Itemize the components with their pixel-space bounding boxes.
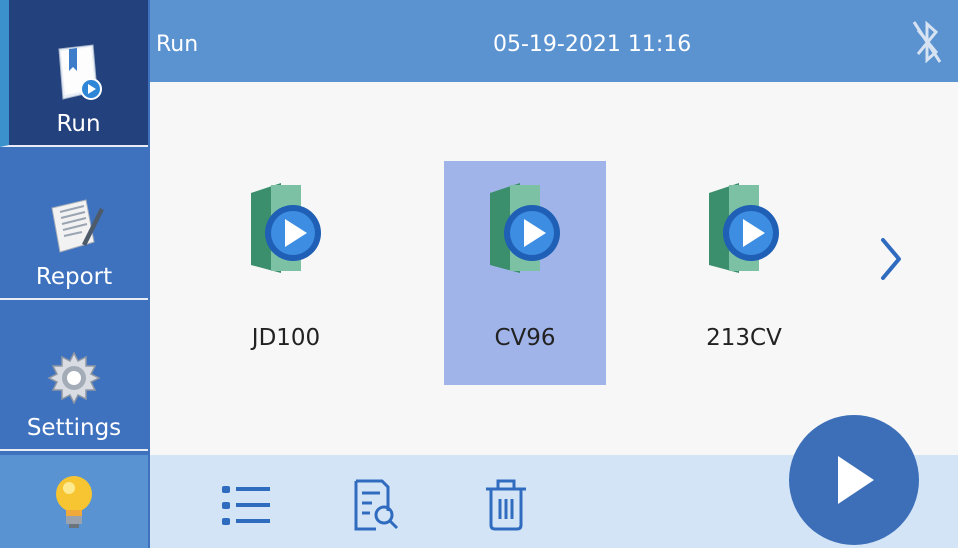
list-button[interactable] [218,475,274,535]
play-icon [838,456,874,504]
program-label: JD100 [251,325,321,351]
delete-button[interactable] [478,475,534,535]
program-label: CV96 [494,325,556,351]
program-item-cv96[interactable]: CV96 [444,161,606,385]
play-folder-icon [251,183,321,273]
report-doc-icon [51,199,104,253]
trash-icon [486,479,526,531]
program-item-213cv[interactable]: 213CV [663,161,825,385]
play-folder-icon [490,183,560,273]
list-icon [222,486,270,525]
search-document-icon [354,479,399,531]
sidebar-item-label: Run [56,111,101,137]
lightbulb-button[interactable] [0,455,148,548]
gear-icon [47,351,101,405]
program-label: 213CV [706,325,782,351]
sidebar-item-label: Report [35,264,113,290]
lightbulb-icon [56,475,92,528]
chevron-right-icon[interactable] [879,236,903,282]
datetime-display: 05-19-2021 11:16 [493,32,692,57]
header-bar: Run 05-19-2021 11:16 [150,0,958,82]
program-list: JD100 CV96 213CV [150,82,958,455]
run-button[interactable] [789,415,919,545]
sidebar-item-run[interactable]: Run [0,0,148,147]
program-item-jd100[interactable]: JD100 [205,161,367,385]
sidebar-item-label: Settings [26,415,122,441]
page-title: Run [156,32,199,57]
sidebar: Run Report Settings [0,0,152,548]
sidebar-item-settings[interactable]: Settings [0,304,148,451]
play-folder-icon [709,183,779,273]
sidebar-item-report[interactable]: Report [0,153,148,300]
preview-button[interactable] [348,475,404,535]
run-doc-icon [57,44,102,100]
bluetooth-off-icon[interactable] [910,16,944,68]
